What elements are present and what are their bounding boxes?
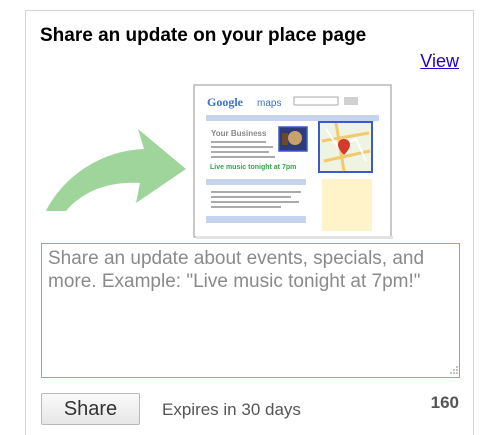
character-count: 160 <box>430 393 459 412</box>
featured-update-text: Live music tonight at 7pm <box>210 164 296 171</box>
google-logo: Google <box>207 95 244 109</box>
share-button[interactable]: Share <box>41 393 140 425</box>
place-page-illustration: Google maps Your Business Live music ton… <box>46 84 393 239</box>
place-page-mockup: Google maps Your Business Live music ton… <box>193 84 393 239</box>
share-update-panel: Share an update on your place page View … <box>25 10 474 435</box>
maps-label: maps <box>257 98 281 109</box>
arrow-icon <box>46 129 186 211</box>
resize-grip-icon[interactable] <box>449 365 459 375</box>
update-textarea[interactable] <box>41 243 460 378</box>
expiration-text: Expires in 30 days <box>162 400 301 419</box>
business-name: Your Business <box>211 129 267 138</box>
